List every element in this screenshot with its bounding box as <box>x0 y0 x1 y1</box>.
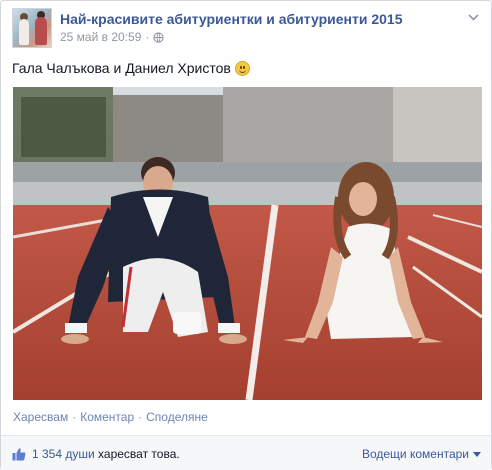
post-options-button[interactable] <box>465 10 481 24</box>
like-action[interactable]: Харесвам <box>13 410 68 424</box>
caret-down-icon <box>473 451 481 457</box>
caption-text: Гала Чалъкова и Даниел Христов <box>12 60 231 76</box>
page-name-link[interactable]: Най-красивите абитуриентки и абитуриенти… <box>60 11 403 27</box>
comments-sort-dropdown[interactable]: Водещи коментари <box>362 447 481 461</box>
post-timestamp[interactable]: 25 май в 20:59 <box>60 30 141 44</box>
post-actions: Харесвам · Коментар · Споделяне <box>13 410 208 424</box>
action-separator: · <box>138 410 143 424</box>
photo-image <box>13 87 482 400</box>
post-header: Най-красивите абитуриентки и абитуриенти… <box>12 8 483 48</box>
page-avatar[interactable] <box>12 8 52 48</box>
meta-separator: · <box>145 30 150 44</box>
action-separator: · <box>72 410 77 424</box>
likes-suffix: харесват това. <box>98 447 180 461</box>
post-caption: Гала Чалъкова и Даниел Христов <box>12 60 250 76</box>
chevron-down-icon <box>467 13 479 21</box>
post-meta: 25 май в 20:59 · <box>60 30 165 44</box>
comment-action[interactable]: Коментар <box>80 410 134 424</box>
thumbs-up-icon <box>12 448 26 461</box>
globe-icon <box>153 31 165 43</box>
likes-footer: 1 354 души харесват това. Водещи комента… <box>1 435 491 470</box>
smiley-icon <box>234 60 250 76</box>
comments-sort-label: Водещи коментари <box>361 447 469 461</box>
likes-summary: 1 354 души харесват това. <box>32 447 180 461</box>
share-action[interactable]: Споделяне <box>146 410 208 424</box>
post-photo[interactable] <box>13 87 482 400</box>
likes-count-link[interactable]: 1 354 души <box>32 447 95 461</box>
post-card: Най-красивите абитуриентки и абитуриенти… <box>0 0 492 470</box>
